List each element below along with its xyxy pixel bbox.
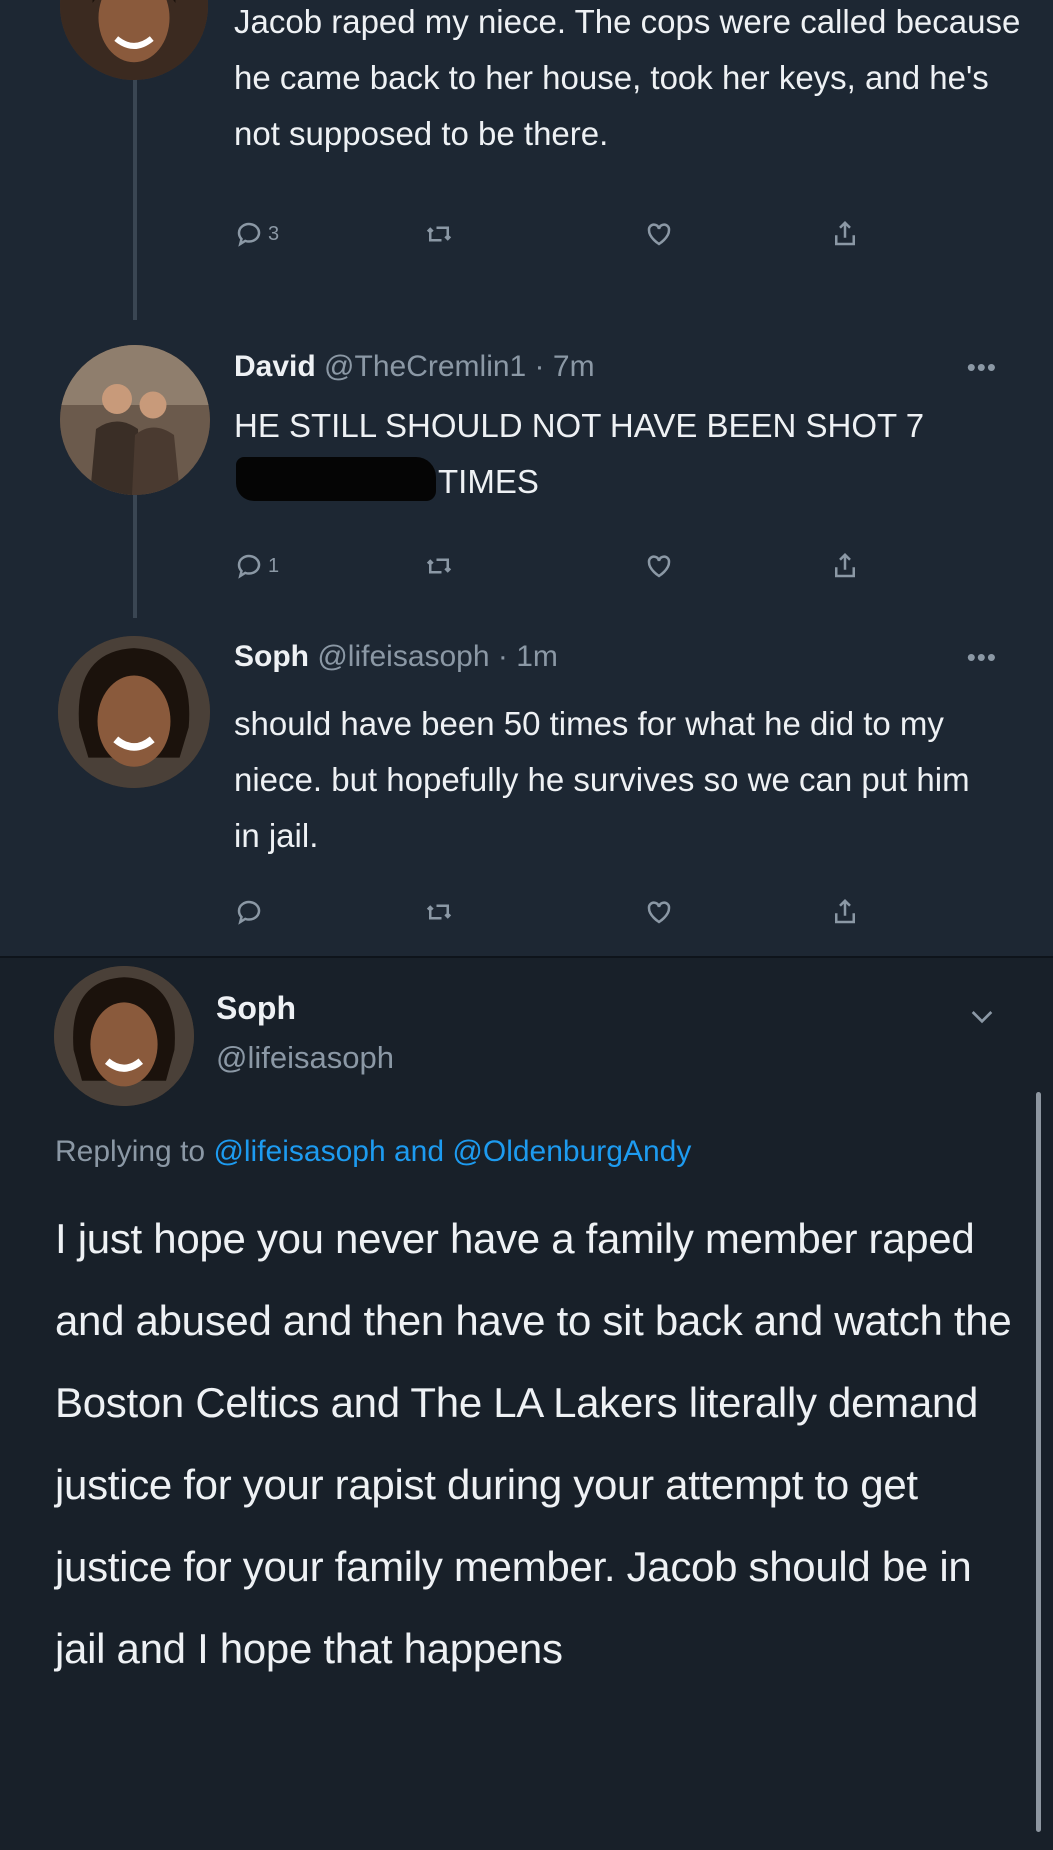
heart-icon: [647, 223, 671, 246]
more-options-button[interactable]: •••: [967, 352, 997, 383]
reply-count: 3: [268, 222, 280, 245]
replying-to: Replying to @lifeisasoph and @OldenburgA…: [55, 1135, 691, 1169]
reply-button[interactable]: 3: [234, 214, 279, 254]
reply-icon: [237, 900, 261, 925]
reply-button[interactable]: [234, 892, 268, 932]
tweet-text-part: TIMES: [438, 463, 539, 500]
retweet-icon: [426, 904, 452, 920]
handle-and-time[interactable]: @lifeisasoph · 1m: [317, 640, 558, 673]
avatar[interactable]: [60, 345, 210, 495]
share-button[interactable]: [830, 214, 860, 254]
tweet-text: Jacob raped my niece. The cops were call…: [234, 3, 1021, 152]
scrollbar[interactable]: [1036, 1092, 1041, 1832]
share-icon: [835, 220, 855, 246]
reply-count: 1: [268, 554, 280, 577]
chevron-down-icon[interactable]: [966, 1000, 998, 1032]
display-name[interactable]: David: [234, 350, 316, 383]
more-options-button[interactable]: •••: [967, 642, 997, 673]
share-icon: [835, 898, 855, 924]
avatar[interactable]: [58, 636, 210, 788]
retweet-button[interactable]: [424, 546, 454, 586]
retweet-icon: [426, 226, 452, 242]
avatar[interactable]: [60, 0, 208, 80]
display-name[interactable]: Soph: [234, 640, 309, 673]
tweet-text: should have been 50 times for what he di…: [234, 705, 970, 854]
redaction-mark: [236, 457, 436, 501]
handle[interactable]: @lifeisasoph: [216, 1040, 394, 1076]
reply-icon: [237, 554, 261, 579]
avatar[interactable]: [54, 966, 194, 1106]
tweet-header: Soph @lifeisasoph · 1m: [234, 640, 558, 674]
reply-icon: [237, 222, 261, 247]
tweet-actions: 3: [234, 214, 894, 254]
retweet-icon: [426, 558, 452, 574]
like-button[interactable]: [644, 892, 674, 932]
like-button[interactable]: [644, 214, 674, 254]
tweet-actions: 1: [234, 546, 894, 586]
heart-icon: [647, 555, 671, 578]
heart-icon: [647, 901, 671, 924]
share-button[interactable]: [830, 892, 860, 932]
display-name[interactable]: Soph: [216, 990, 296, 1027]
like-button[interactable]: [644, 546, 674, 586]
share-icon: [835, 552, 855, 578]
share-button[interactable]: [830, 546, 860, 586]
retweet-button[interactable]: [424, 214, 454, 254]
retweet-button[interactable]: [424, 892, 454, 932]
tweet-header: David @TheCremlin1 · 7m: [234, 350, 595, 384]
handle-and-time[interactable]: @TheCremlin1 · 7m: [324, 350, 595, 383]
mention-link[interactable]: @lifeisasoph: [213, 1135, 385, 1168]
mention-link[interactable]: @OldenburgAndy: [452, 1135, 691, 1168]
mention-conjunction: and: [394, 1135, 445, 1168]
replying-to-label: Replying to: [55, 1135, 206, 1168]
tweet-text: I just hope you never have a family memb…: [55, 1215, 1012, 1672]
thread-connector: [133, 70, 137, 320]
tweet-text-part: HE STILL SHOULD NOT HAVE BEEN SHOT 7: [234, 407, 925, 444]
tweet-text: HE STILL SHOULD NOT HAVE BEEN SHOT 7 TIME…: [234, 398, 994, 510]
reply-button[interactable]: 1: [234, 546, 279, 586]
thread-panel: Jacob raped my niece. The cops were call…: [0, 0, 1053, 956]
tweet-actions: [234, 892, 894, 932]
